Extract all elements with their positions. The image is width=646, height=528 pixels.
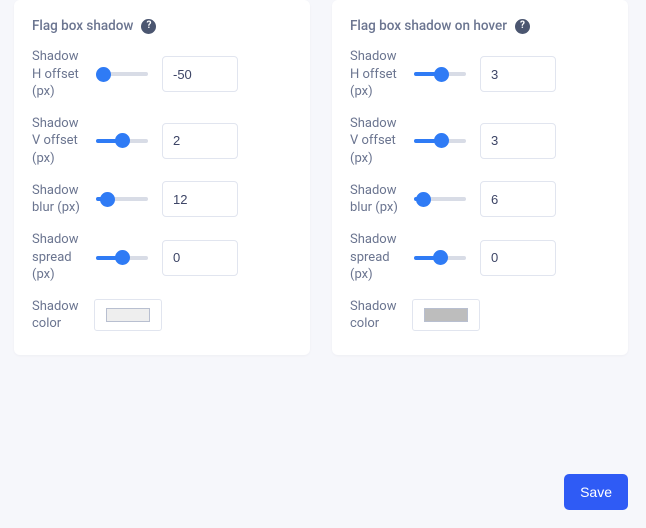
shadow-blur-slider[interactable] bbox=[414, 197, 466, 201]
color-swatch-icon bbox=[106, 308, 150, 322]
shadow-v-offset-slider[interactable] bbox=[414, 139, 466, 143]
field-label: Shadow spread (px) bbox=[32, 231, 82, 284]
help-icon[interactable]: ? bbox=[515, 19, 530, 34]
row-shadow-blur: Shadow blur (px) bbox=[32, 181, 292, 217]
row-shadow-h-offset: Shadow H offset (px) bbox=[32, 48, 292, 101]
row-shadow-spread: Shadow spread (px) bbox=[350, 231, 610, 284]
row-shadow-color: Shadow color bbox=[350, 298, 610, 333]
shadow-spread-input[interactable] bbox=[162, 240, 238, 276]
shadow-blur-input[interactable] bbox=[162, 181, 238, 217]
shadow-v-offset-input[interactable] bbox=[480, 123, 556, 159]
field-label: Shadow V offset (px) bbox=[32, 115, 82, 168]
row-shadow-v-offset: Shadow V offset (px) bbox=[350, 115, 610, 168]
panel-flag-box-shadow-hover: Flag box shadow on hover ? Shadow H offs… bbox=[332, 0, 628, 355]
panel-title: Flag box shadow bbox=[32, 18, 133, 34]
field-label: Shadow blur (px) bbox=[350, 182, 400, 217]
row-shadow-spread: Shadow spread (px) bbox=[32, 231, 292, 284]
shadow-color-picker[interactable] bbox=[94, 299, 162, 331]
shadow-blur-input[interactable] bbox=[480, 181, 556, 217]
field-label: Shadow color bbox=[32, 298, 82, 333]
shadow-blur-slider[interactable] bbox=[96, 197, 148, 201]
row-shadow-blur: Shadow blur (px) bbox=[350, 181, 610, 217]
field-label: Shadow H offset (px) bbox=[32, 48, 82, 101]
field-label: Shadow color bbox=[350, 298, 400, 333]
color-swatch-icon bbox=[424, 308, 468, 322]
panel-header: Flag box shadow on hover ? bbox=[350, 18, 610, 34]
panel-title: Flag box shadow on hover bbox=[350, 18, 507, 34]
help-icon[interactable]: ? bbox=[141, 19, 156, 34]
shadow-spread-input[interactable] bbox=[480, 240, 556, 276]
field-label: Shadow blur (px) bbox=[32, 182, 82, 217]
field-label: Shadow V offset (px) bbox=[350, 115, 400, 168]
shadow-h-offset-slider[interactable] bbox=[414, 72, 466, 76]
field-label: Shadow H offset (px) bbox=[350, 48, 400, 101]
shadow-h-offset-input[interactable] bbox=[162, 56, 238, 92]
shadow-spread-slider[interactable] bbox=[414, 256, 466, 260]
row-shadow-color: Shadow color bbox=[32, 298, 292, 333]
shadow-h-offset-input[interactable] bbox=[480, 56, 556, 92]
field-label: Shadow spread (px) bbox=[350, 231, 400, 284]
shadow-v-offset-input[interactable] bbox=[162, 123, 238, 159]
row-shadow-h-offset: Shadow H offset (px) bbox=[350, 48, 610, 101]
shadow-color-picker[interactable] bbox=[412, 299, 480, 331]
row-shadow-v-offset: Shadow V offset (px) bbox=[32, 115, 292, 168]
panel-header: Flag box shadow ? bbox=[32, 18, 292, 34]
shadow-h-offset-slider[interactable] bbox=[96, 72, 148, 76]
shadow-v-offset-slider[interactable] bbox=[96, 139, 148, 143]
shadow-spread-slider[interactable] bbox=[96, 256, 148, 260]
save-button[interactable]: Save bbox=[564, 474, 628, 510]
panel-flag-box-shadow: Flag box shadow ? Shadow H offset (px) S… bbox=[14, 0, 310, 355]
